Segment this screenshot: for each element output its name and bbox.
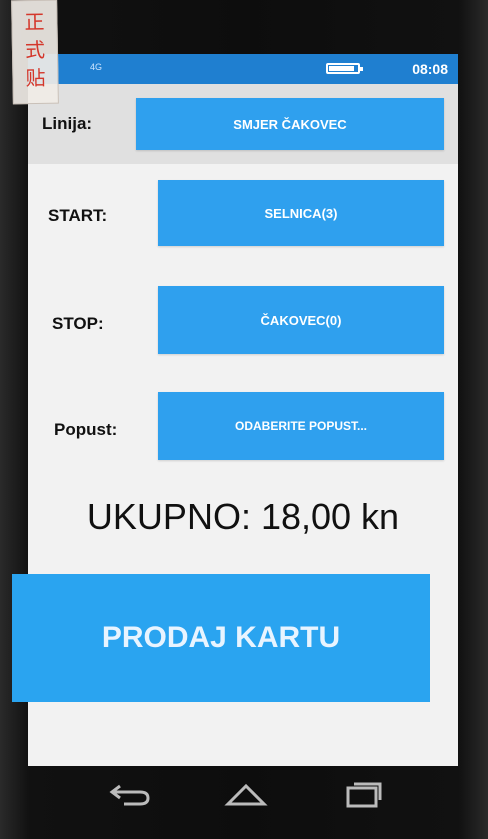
stop-label: STOP: <box>52 314 104 333</box>
sticker-char-3: 贴 <box>25 67 46 91</box>
line-label: Linija: <box>42 114 93 133</box>
start-label: START: <box>48 206 108 225</box>
discount-select-button[interactable]: ODABERITE POPUST... <box>158 392 444 460</box>
line-select-button[interactable]: SMJER ČAKOVEC <box>136 98 444 150</box>
start-select-button[interactable]: SELNICA(3) <box>158 180 444 246</box>
stop-select-button[interactable]: ČAKOVEC(0) <box>158 286 444 354</box>
home-icon[interactable] <box>224 780 268 808</box>
sticker-char-1: 正 <box>24 11 45 35</box>
back-icon[interactable] <box>108 780 152 808</box>
sell-ticket-button[interactable]: PRODAJ KARTU <box>12 574 430 702</box>
navigation-bar <box>28 766 458 826</box>
status-time: 08:08 <box>412 61 448 77</box>
battery-icon <box>326 63 363 74</box>
recents-icon[interactable] <box>344 780 384 808</box>
network-indicator: 4G <box>90 62 103 72</box>
line-row: Linija: SMJER ČAKOVEC <box>28 84 458 164</box>
sticker-char-2: 式 <box>24 39 46 63</box>
status-bar: 4G 08:08 <box>28 54 458 84</box>
total-amount: UKUPNO: 18,00 kn <box>86 496 400 537</box>
protective-film-sticker: 正 式 贴 <box>11 0 59 105</box>
discount-label: Popust: <box>54 420 118 439</box>
